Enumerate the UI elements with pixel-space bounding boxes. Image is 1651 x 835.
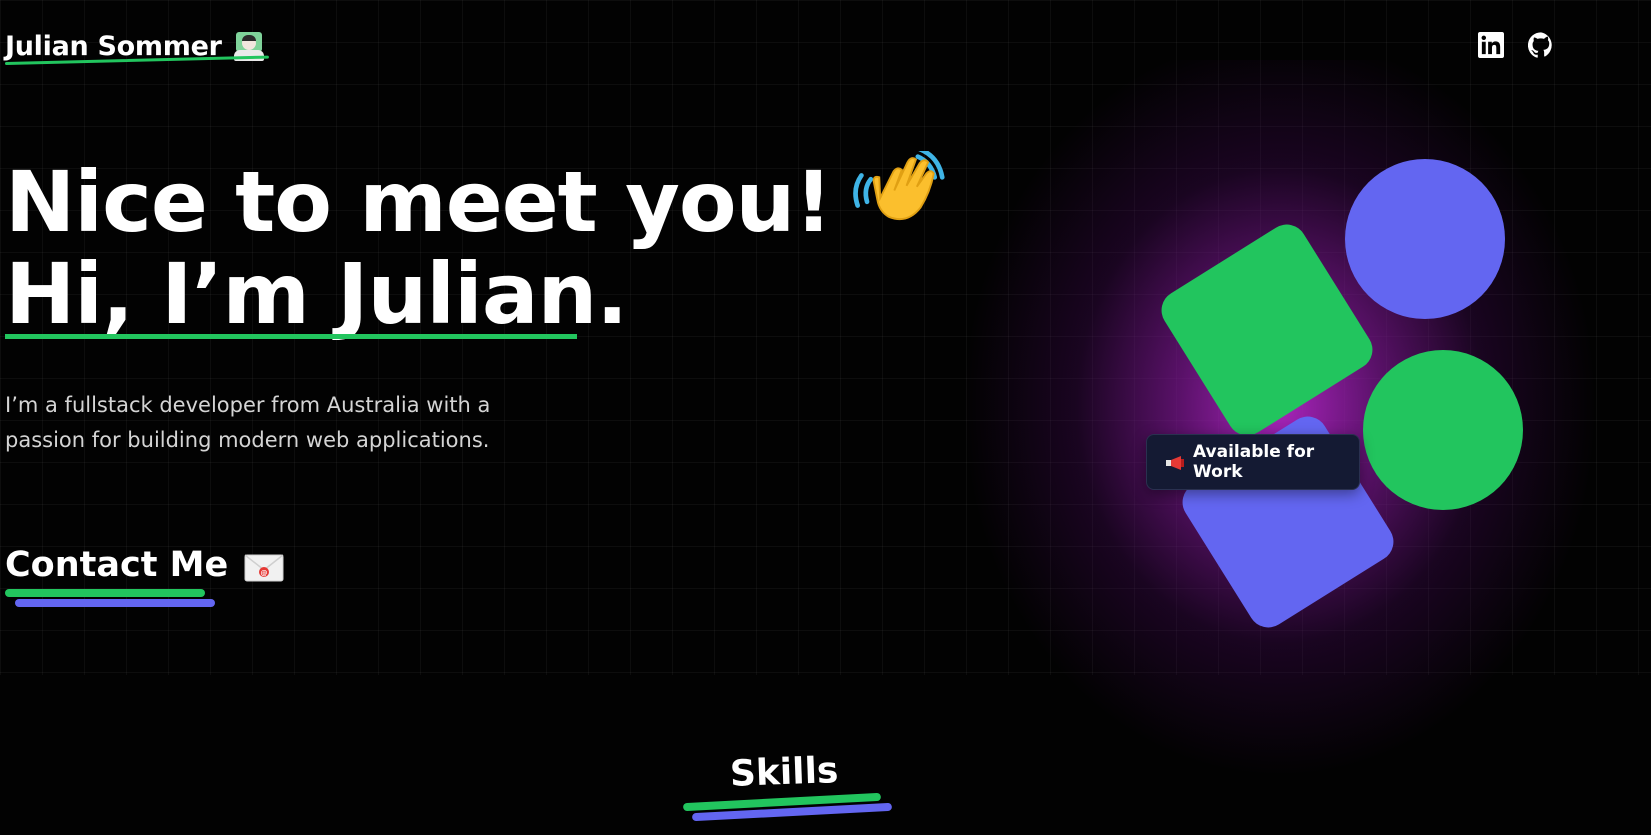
github-icon[interactable]: [1528, 32, 1554, 58]
intro-text: I’m a fullstack developer from Australia…: [5, 393, 491, 452]
badge-label: Available for Work: [1193, 442, 1315, 482]
svg-text:@: @: [261, 569, 268, 577]
contact-underline-purple: [15, 599, 215, 607]
envelope-icon: @: [244, 551, 284, 582]
megaphone-icon: [1165, 455, 1185, 470]
green-circle: [1363, 350, 1523, 510]
linkedin-icon[interactable]: [1478, 32, 1504, 58]
social-links: [1478, 32, 1554, 58]
page: Julian Sommer Nice to meet you! Hi, I’m …: [0, 0, 1651, 835]
contact-underline-green: [5, 589, 205, 597]
hero-heading-line1: Nice to meet you!: [5, 146, 946, 255]
waving-hand-icon: [852, 146, 946, 245]
contact-me-link[interactable]: Contact Me @: [5, 545, 284, 585]
purple-circle: [1345, 159, 1505, 319]
contact-label: Contact Me: [5, 545, 229, 585]
hero-line1-text: Nice to meet you!: [5, 153, 833, 251]
hero-underline: [5, 334, 577, 339]
hero-heading-line2: Hi, I’m Julian.: [5, 245, 628, 343]
skills-heading: Skills: [729, 750, 840, 795]
available-for-work-badge[interactable]: Available for Work: [1146, 434, 1360, 490]
